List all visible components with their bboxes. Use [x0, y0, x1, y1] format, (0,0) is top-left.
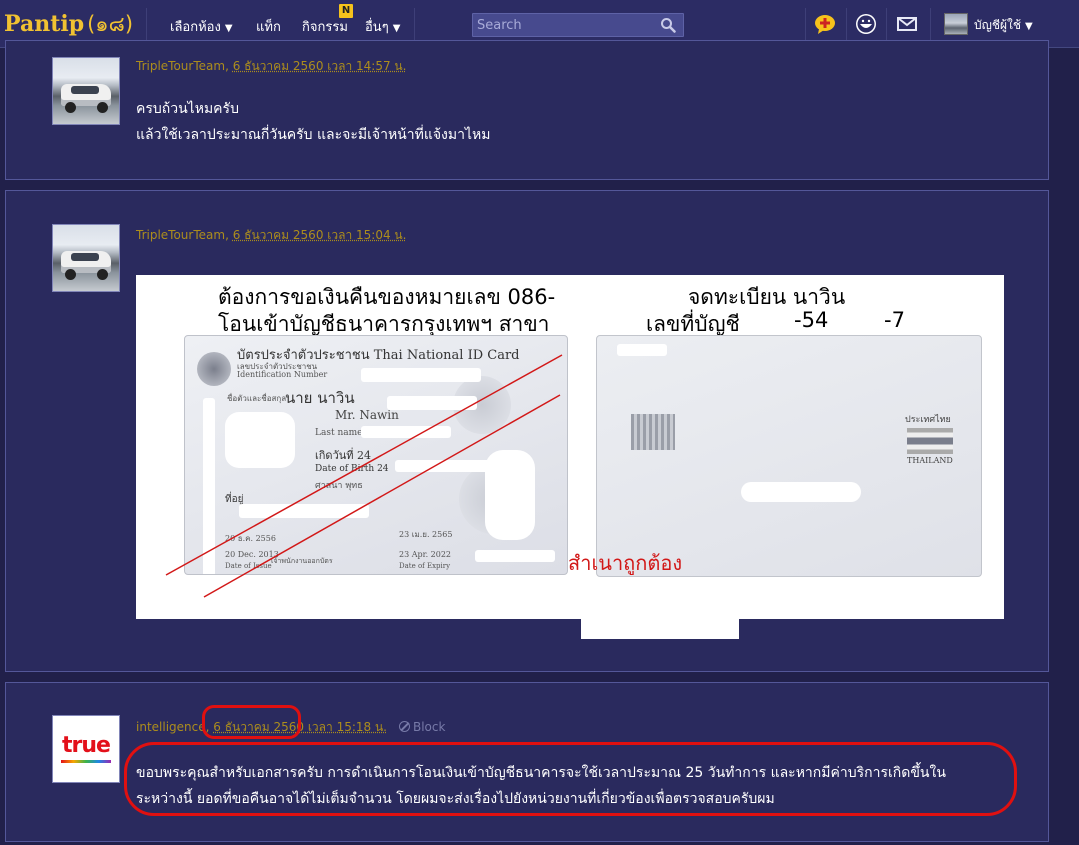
logo-mark: (๑๘): [87, 12, 134, 36]
attached-document-image[interactable]: ต้องการขอเงินคืนของหมายเลข 086- จดทะเบีย…: [136, 275, 1004, 619]
comment-date: 6 ธันวาคม 2560 เวลา 15:04 น.: [232, 228, 407, 242]
author-link[interactable]: TripleTourTeam: [136, 228, 225, 242]
nav-divider: [930, 8, 931, 40]
search-box[interactable]: [472, 13, 684, 37]
comment-date: 6 ธันวาคม 2560 เวลา 14:57 น.: [232, 59, 407, 73]
nav-divider: [846, 8, 847, 40]
nav-others[interactable]: อื่นๆ ▼: [365, 16, 400, 37]
nav-divider: [886, 8, 887, 40]
nav-choose-room[interactable]: เลือกห้อง ▼: [170, 16, 233, 37]
comment-meta: TripleTourTeam, 6 ธันวาคม 2560 เวลา 14:5…: [136, 59, 407, 73]
author-link[interactable]: intelligence: [136, 720, 206, 734]
message-highlight-ring: [124, 742, 1017, 816]
comment-card: TripleTourTeam, 6 ธันวาคม 2560 เวลา 15:0…: [5, 190, 1049, 672]
chevron-down-icon: ▼: [392, 23, 401, 34]
true-logo: true: [53, 716, 119, 782]
comment-meta: TripleTourTeam, 6 ธันวาคม 2560 เวลา 15:0…: [136, 228, 407, 242]
comment-line: ครบถ้วนไหมครับ: [136, 101, 239, 117]
certified-copy-stamp: สำเนาถูกต้อง: [568, 551, 683, 575]
nav-activities[interactable]: กิจกรรม: [302, 16, 348, 37]
search-input[interactable]: [477, 17, 657, 34]
chevron-down-icon: ▼: [1025, 21, 1033, 32]
pantip-logo[interactable]: Pantip (๑๘): [4, 8, 133, 41]
car-photo: [53, 58, 119, 124]
search-icon[interactable]: [660, 17, 676, 33]
nav-tags[interactable]: แท็ก: [256, 16, 281, 37]
chevron-down-icon: ▼: [224, 23, 233, 34]
avatar[interactable]: [52, 224, 120, 292]
block-button[interactable]: Block: [398, 720, 445, 734]
image-edge-block: [581, 619, 739, 639]
nav-divider: [146, 8, 147, 40]
add-chat-icon[interactable]: [813, 12, 837, 36]
avatar[interactable]: true: [52, 715, 120, 783]
comment-card: TripleTourTeam, 6 ธันวาคม 2560 เวลา 14:5…: [5, 40, 1049, 180]
avatar[interactable]: [52, 57, 120, 125]
comment-body: ครบถ้วนไหมครับ แล้วใช้เวลาประมาณกี่วันคร…: [136, 96, 490, 148]
nav-divider: [414, 8, 415, 40]
new-badge: N: [339, 4, 353, 18]
comment-line: แล้วใช้เวลาประมาณกี่วันครับ และจะมีเจ้าห…: [136, 127, 491, 143]
author-link[interactable]: TripleTourTeam: [136, 59, 225, 73]
nav-divider: [805, 8, 806, 40]
car-photo: [53, 225, 119, 291]
block-icon: [398, 721, 410, 732]
date-highlight-ring: [202, 705, 301, 739]
smiley-icon[interactable]: [854, 12, 878, 36]
user-account-menu[interactable]: บัญชีผู้ใช้ ▼: [974, 16, 1033, 35]
mail-icon[interactable]: [895, 12, 919, 36]
user-avatar[interactable]: [944, 13, 968, 35]
